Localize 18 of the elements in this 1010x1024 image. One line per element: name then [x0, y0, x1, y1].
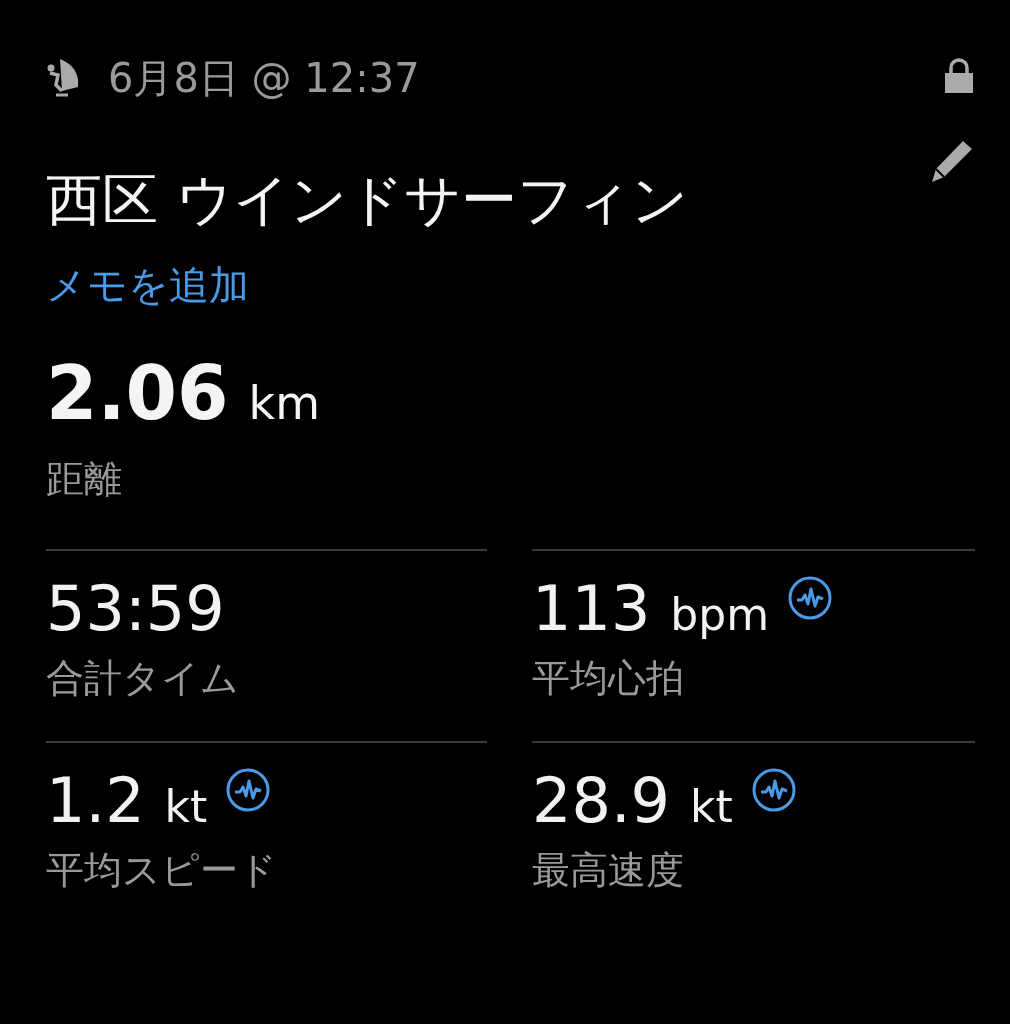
activity-title: 西区 ウインドサーフィン	[46, 166, 689, 234]
stat-label: 平均スピード	[46, 847, 277, 894]
stat-value: 113	[532, 573, 651, 645]
distance-label: 距離	[46, 456, 122, 503]
unit-label: bpm	[670, 588, 770, 642]
stat-value: 53:59	[46, 573, 225, 645]
activity-date: 6月8日 @ 12:37	[108, 53, 420, 103]
stat-value: 1.2	[46, 765, 145, 837]
stat-label: 合計タイム	[46, 655, 239, 702]
add-note-link[interactable]: メモを追加	[46, 260, 249, 310]
distance-value: 2.06	[46, 350, 229, 436]
edit-icon[interactable]	[929, 138, 975, 184]
stat-label: 平均心拍	[532, 655, 684, 702]
unit-label: km	[248, 376, 321, 430]
unit-label: kt	[164, 780, 208, 834]
stat-label: 最高速度	[532, 847, 684, 894]
stat-value: 28.9	[532, 765, 671, 837]
unit-label: kt	[690, 780, 733, 834]
